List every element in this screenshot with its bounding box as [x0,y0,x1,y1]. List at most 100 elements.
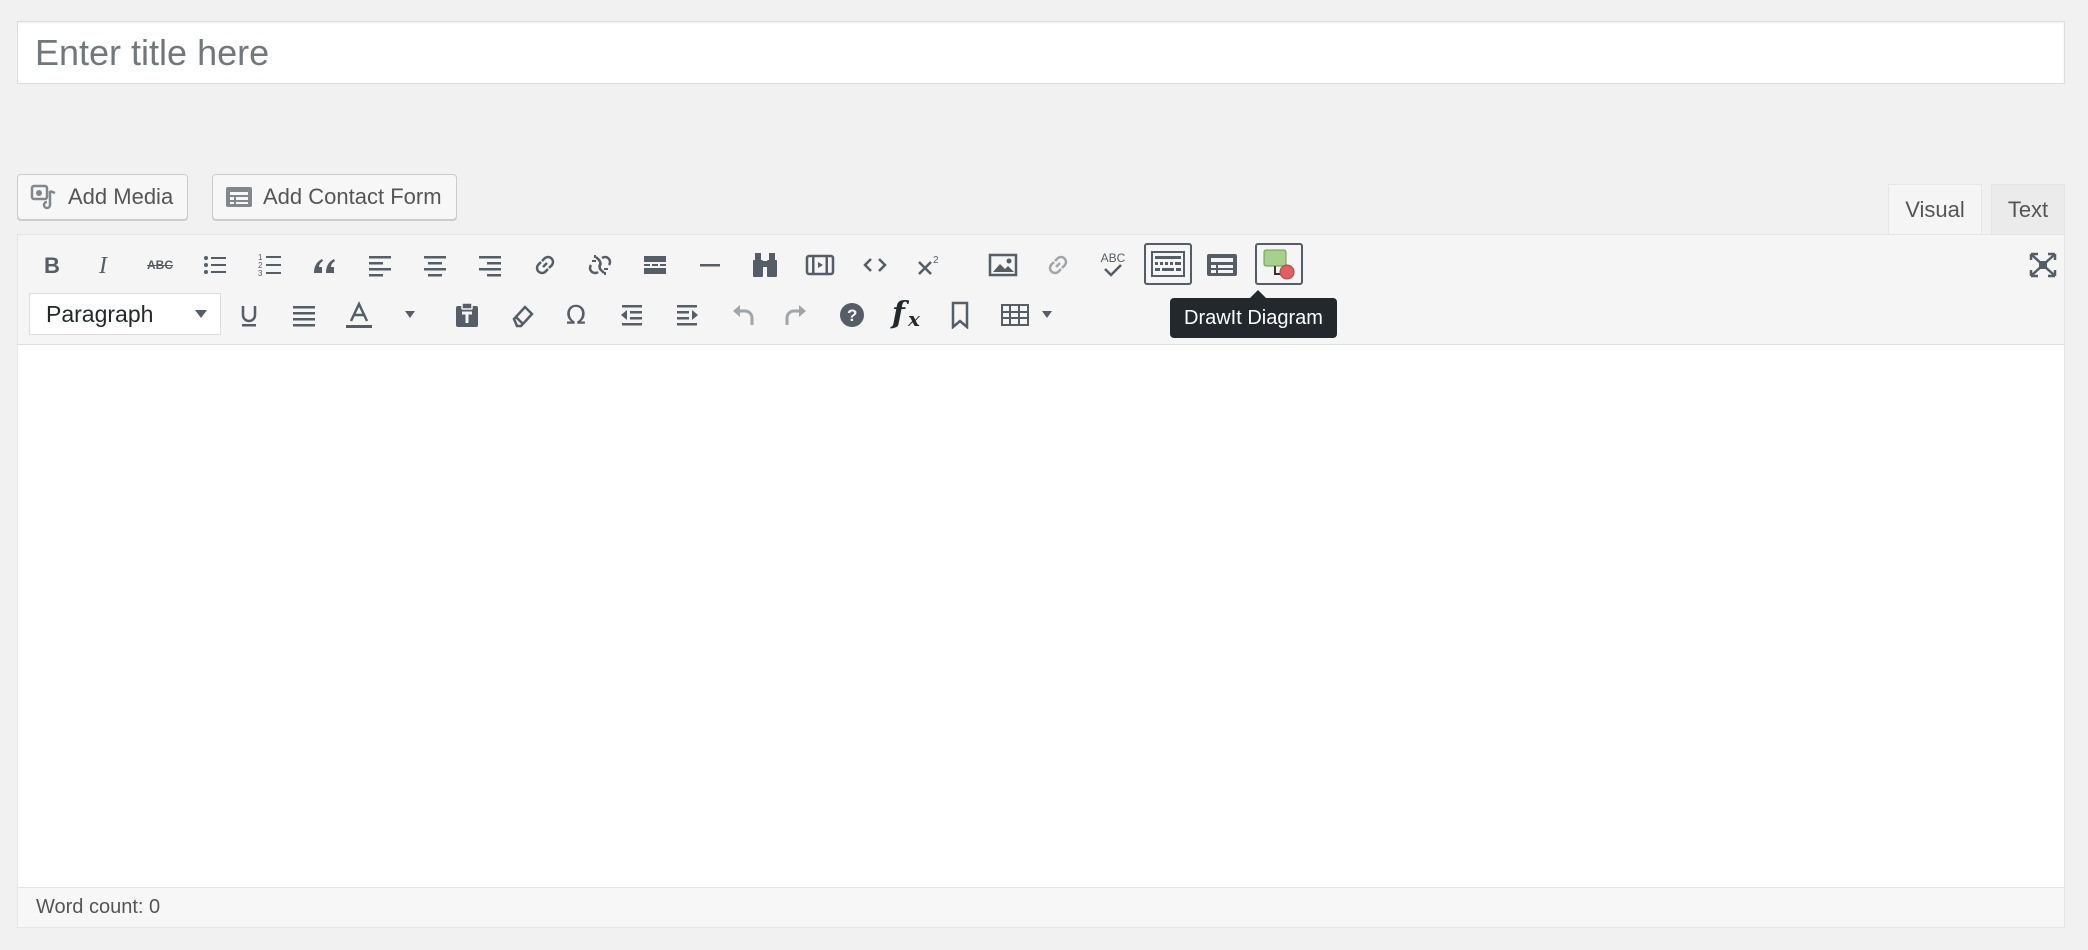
keyboard-shortcuts-button[interactable]: ? [832,295,872,335]
bullet-list-button[interactable] [195,245,235,285]
toolbar-toggle-button[interactable] [1144,243,1192,285]
add-media-button[interactable]: Add Media [17,174,189,220]
tab-text-label: Text [2007,196,2049,222]
spellcheck-button[interactable]: ABC [1093,245,1133,285]
fullscreen-button[interactable] [2023,245,2063,285]
tab-visual[interactable]: Visual [1888,184,1982,235]
underline-icon [241,306,257,327]
align-center-button[interactable] [415,245,455,285]
align-right-button[interactable] [470,245,510,285]
link-icon [535,255,555,275]
svg-text:f: f [890,296,910,330]
redo-button[interactable] [777,295,817,335]
svg-text:?: ? [847,306,857,325]
italic-button[interactable]: I [86,245,126,285]
chevron-down-icon [1042,311,1052,318]
svg-text:Ω: Ω [566,301,586,329]
contact-form-icon [1207,254,1237,276]
bookmark-icon [951,301,969,329]
strikethrough-icon: ABC [147,258,173,272]
remove-link-button[interactable] [580,245,620,285]
align-left-button[interactable] [360,245,400,285]
indent-icon [677,305,698,326]
svg-text:B: B [44,253,60,277]
insert-image-button[interactable] [983,245,1023,285]
numbered-list-icon: 123 [258,253,281,278]
fullscreen-icon [2029,252,2057,278]
add-contact-form-label: Add Contact Form [263,184,442,209]
eraser-icon [512,305,534,328]
horizontal-line-button[interactable] [690,245,730,285]
read-more-button[interactable] [635,245,675,285]
strikethrough-button[interactable]: ABC [140,245,180,285]
contact-form-toolbar-button[interactable] [1202,245,1242,285]
read-more-icon [644,256,666,274]
tab-text[interactable]: Text [1991,184,2065,234]
drawit-diagram-button[interactable] [1255,243,1303,285]
paste-as-text-button[interactable] [447,295,487,335]
add-media-label: Add Media [68,184,174,209]
tooltip-text: DrawIt Diagram [1184,306,1323,329]
insert-formula-button[interactable]: fx [887,293,931,333]
superscript-icon: 2 [918,255,939,275]
link-disabled-button[interactable] [1038,245,1078,285]
image-icon [988,253,1018,277]
bookmark-button[interactable] [940,295,980,335]
editor-toolbar: B I ABC 123 2 ABC Paragraph Ω ? f x [18,235,2064,345]
insert-link-button[interactable] [525,245,565,285]
tab-visual-label: Visual [1905,197,1965,222]
clear-formatting-button[interactable] [502,295,542,335]
contact-form-icon [226,187,252,207]
spellcheck-label: ABC [1100,251,1126,265]
help-icon: ? [840,303,864,327]
add-contact-form-button[interactable]: Add Contact Form [212,174,457,220]
bullet-list-icon [204,256,226,274]
checkmark-icon [1104,264,1122,277]
align-left-icon [369,256,391,277]
formula-icon: fx [890,296,921,330]
status-bar: Word count: 0 [18,887,2064,927]
chevron-down-icon [405,311,415,318]
redo-icon [785,305,806,325]
video-icon [805,254,835,276]
blockquote-button[interactable] [305,245,345,285]
decrease-indent-button[interactable] [612,295,652,335]
superscript-button[interactable]: 2 [910,245,950,285]
word-count: Word count: 0 [36,896,161,918]
outdent-icon [621,305,642,326]
add-media-icon [30,184,56,210]
special-character-button[interactable]: Ω [557,295,597,335]
editor-content-area[interactable] [18,345,2064,855]
drawit-diagram-tooltip: DrawIt Diagram [1170,290,1337,338]
align-right-icon [479,256,501,277]
svg-text:3: 3 [258,269,263,278]
post-title-input[interactable] [17,21,2065,84]
bold-button[interactable]: B [32,245,72,285]
find-replace-button[interactable] [745,245,785,285]
text-color-icon [346,301,372,328]
text-color-dropdown[interactable] [398,295,422,335]
quote-icon [314,259,335,273]
justify-button[interactable] [284,295,324,335]
paste-text-icon [456,302,478,327]
table-icon [1001,304,1029,326]
insert-media-button[interactable] [800,245,840,285]
increase-indent-button[interactable] [667,295,707,335]
text-color-button[interactable] [339,295,379,335]
code-button[interactable] [855,245,895,285]
code-icon [863,258,887,272]
editor-container: B I ABC 123 2 ABC Paragraph Ω ? f x Word… [17,234,2065,928]
justify-icon [293,306,315,327]
underline-button[interactable] [229,295,269,335]
format-select[interactable]: Paragraph [29,293,221,335]
link-icon [1048,255,1068,275]
undo-button[interactable] [722,295,762,335]
table-dropdown[interactable] [1035,295,1059,335]
undo-icon [733,305,754,325]
insert-table-button[interactable] [995,295,1035,335]
unlink-icon [588,255,612,275]
svg-text:x: x [907,307,921,330]
italic-icon: I [98,253,108,277]
keyboard-icon [1151,251,1185,277]
numbered-list-button[interactable]: 123 [250,245,290,285]
